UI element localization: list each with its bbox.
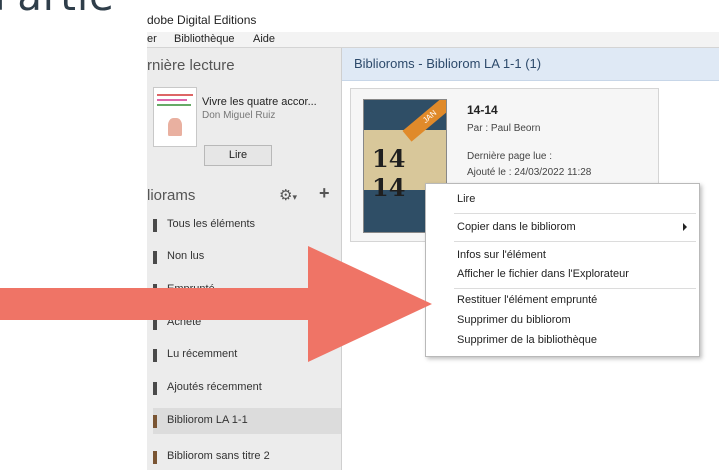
annotation-arrow-icon — [0, 246, 432, 362]
arrow-shape — [0, 246, 432, 362]
